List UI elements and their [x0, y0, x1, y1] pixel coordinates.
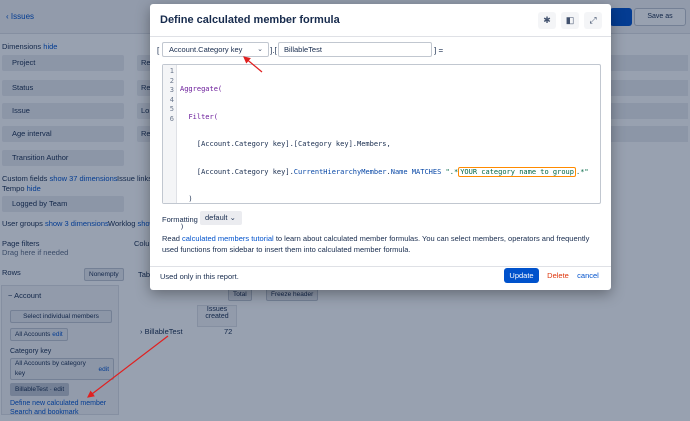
cancel-button[interactable]: cancel [574, 268, 602, 283]
line-number-gutter: 1 2 3 4 5 6 [163, 65, 177, 203]
category-placeholder-highlight: YOUR category name to group [458, 166, 576, 177]
code-line-3: [Account.Category key].[Category key].Me… [196, 140, 391, 148]
formatting-select[interactable]: default ⌄ [200, 211, 242, 225]
code-line-2: Filter( [188, 112, 218, 121]
help-text: Read calculated members tutorial to lear… [162, 234, 590, 254]
footer-note: Used only in this report. [160, 272, 239, 281]
delete-button[interactable]: Delete [544, 268, 572, 283]
line-number: 5 [169, 105, 174, 113]
code-line-5: ) [180, 195, 193, 203]
dimension-select[interactable]: Account.Category key ⌄ [162, 42, 269, 57]
code-line-4: [Account.Category key].CurrentHierarchyM… [196, 166, 589, 177]
line-number: 3 [169, 86, 174, 94]
chevron-down-icon: ⌄ [229, 213, 236, 222]
update-button[interactable]: Update [504, 268, 539, 283]
bracket-close: ] = [434, 46, 444, 55]
sidebar-toggle-icon[interactable]: ◧ [561, 12, 579, 29]
dialog-title: Define calculated member formula [160, 14, 340, 26]
expand-icon[interactable]: ⤢ [584, 12, 602, 29]
line-number: 1 [169, 67, 174, 75]
line-number: 4 [169, 95, 174, 104]
sparkle-icon[interactable]: ✱ [538, 12, 556, 29]
line-number: 6 [169, 114, 174, 123]
formula-editor[interactable]: 1 2 3 4 5 6 Aggregate( Filter( [Account.… [162, 64, 601, 231]
bracket-open: [ [157, 46, 160, 55]
bracket-mid: ].[ [270, 46, 277, 55]
member-name-input[interactable]: BillableTest [278, 42, 432, 57]
footer-divider [150, 266, 611, 267]
line-number: 2 [169, 76, 174, 85]
formatting-label: Formatting [162, 215, 198, 224]
chevron-down-icon: ⌄ [257, 46, 263, 53]
header-divider [150, 36, 611, 37]
calculated-members-tutorial-link[interactable]: calculated members tutorial [182, 234, 274, 243]
code-line-1: Aggregate( [180, 85, 223, 93]
